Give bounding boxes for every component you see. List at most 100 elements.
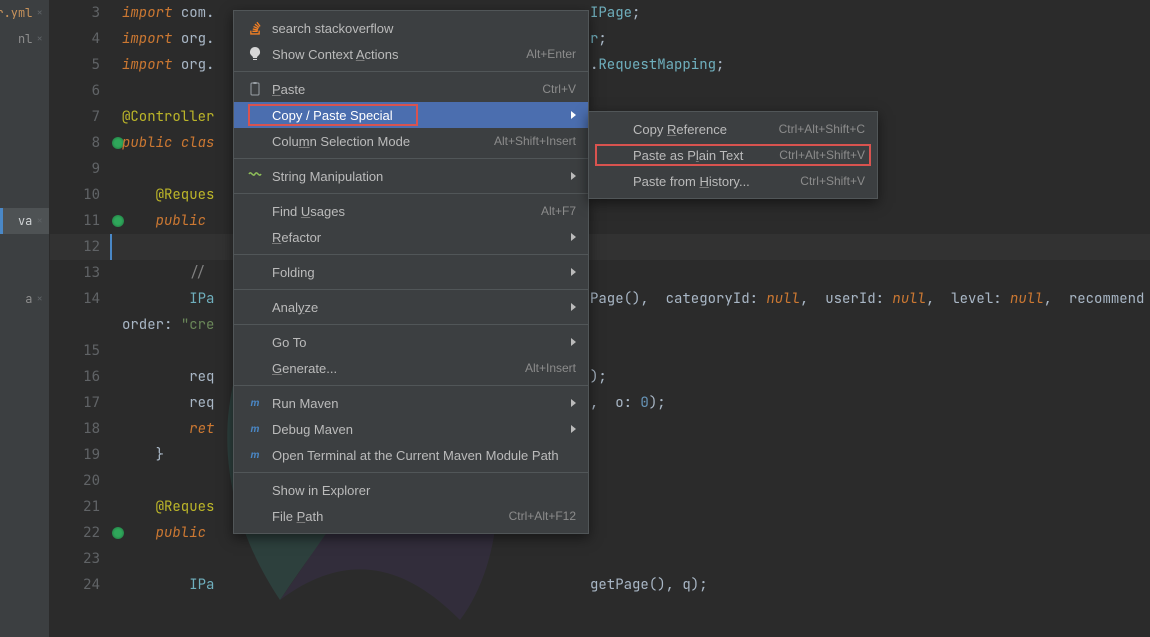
paste-icon: [246, 81, 264, 97]
line-number[interactable]: 11: [50, 208, 110, 234]
menu-separator: [234, 254, 588, 255]
menu-item-search-stackoverflow[interactable]: search stackoverflow: [234, 15, 588, 41]
editor-tab[interactable]: [0, 260, 49, 286]
line-number[interactable]: 24: [50, 572, 110, 598]
line-number[interactable]: 6: [50, 78, 110, 104]
menu-separator: [234, 324, 588, 325]
menu-separator: [234, 158, 588, 159]
submenu-arrow-icon: [571, 425, 576, 433]
sm-icon: [246, 168, 264, 184]
editor-tab[interactable]: [0, 130, 49, 156]
code-line[interactable]: IPagetPage(), q);: [110, 572, 1150, 598]
blank-icon: [246, 334, 264, 350]
line-number[interactable]: 15: [50, 338, 110, 364]
menu-item-analyze[interactable]: Analyze: [234, 294, 588, 320]
line-number[interactable]: 19: [50, 442, 110, 468]
code-line[interactable]: [110, 546, 1150, 572]
menu-item-label: Refactor: [272, 230, 563, 245]
menu-item-file-path[interactable]: File PathCtrl+Alt+F12: [234, 503, 588, 529]
submenu-item-paste-from-history[interactable]: Paste from History...Ctrl+Shift+V: [589, 168, 877, 194]
blank-icon: [246, 299, 264, 315]
submenu-arrow-icon: [571, 172, 576, 180]
line-number[interactable]: 12: [50, 234, 110, 260]
menu-item-generate[interactable]: Generate...Alt+Insert: [234, 355, 588, 381]
editor-tab[interactable]: [0, 234, 49, 260]
line-number[interactable]: 13: [50, 260, 110, 286]
editor-context-menu: search stackoverflow Show Context Actions…: [233, 10, 589, 534]
menu-item-copy-paste-special[interactable]: Copy / Paste Special: [234, 102, 588, 128]
line-number[interactable]: 22: [50, 520, 110, 546]
close-icon[interactable]: ×: [36, 214, 43, 228]
menu-item-show-context-actions[interactable]: Show Context ActionsAlt+Enter: [234, 41, 588, 67]
gutter: 34567891011121314 15161718192021222324: [50, 0, 110, 598]
menu-item-label: Paste: [272, 82, 532, 97]
menu-item-column-selection-mode[interactable]: Column Selection ModeAlt+Shift+Insert: [234, 128, 588, 154]
menu-shortcut: Ctrl+V: [542, 82, 576, 96]
blank-icon: [607, 147, 625, 163]
blank-icon: [246, 133, 264, 149]
copy-paste-special-submenu: Copy ReferenceCtrl+Alt+Shift+CPaste as P…: [588, 111, 878, 199]
menu-item-label: Column Selection Mode: [272, 134, 484, 149]
line-number[interactable]: 9: [50, 156, 110, 182]
line-number[interactable]: 5: [50, 52, 110, 78]
menu-separator: [234, 472, 588, 473]
blank-icon: [246, 360, 264, 376]
line-number[interactable]: 16: [50, 364, 110, 390]
editor-tab[interactable]: a×: [0, 286, 49, 312]
menu-item-label: search stackoverflow: [272, 21, 576, 36]
editor-tab[interactable]: r.yml×: [0, 0, 49, 26]
line-number[interactable]: 8: [50, 130, 110, 156]
line-number[interactable]: 4: [50, 26, 110, 52]
menu-item-show-in-explorer[interactable]: Show in Explorer: [234, 477, 588, 503]
blank-icon: [246, 107, 264, 123]
menu-shortcut: Ctrl+Alt+Shift+C: [779, 122, 865, 136]
menu-item-refactor[interactable]: Refactor: [234, 224, 588, 250]
editor-tab[interactable]: nl×: [0, 26, 49, 52]
line-number[interactable]: 21: [50, 494, 110, 520]
blank-icon: [246, 203, 264, 219]
menu-item-debug-maven[interactable]: mDebug Maven: [234, 416, 588, 442]
mvn-icon: m: [246, 395, 264, 411]
editor-tab[interactable]: [0, 52, 49, 78]
line-number[interactable]: 18: [50, 416, 110, 442]
menu-item-label: Go To: [272, 335, 563, 350]
menu-separator: [234, 385, 588, 386]
close-icon[interactable]: ×: [36, 292, 43, 306]
menu-item-run-maven[interactable]: mRun Maven: [234, 390, 588, 416]
menu-item-paste[interactable]: Paste Ctrl+V: [234, 76, 588, 102]
line-number[interactable]: 10: [50, 182, 110, 208]
editor-tab[interactable]: [0, 182, 49, 208]
close-icon[interactable]: ×: [36, 6, 43, 20]
submenu-item-paste-as-plain-text[interactable]: Paste as Plain TextCtrl+Alt+Shift+V: [589, 142, 877, 168]
editor-tab[interactable]: [0, 78, 49, 104]
menu-separator: [234, 289, 588, 290]
editor-tab[interactable]: va×: [0, 208, 49, 234]
menu-item-open-terminal-at-the-current-maven-module-path[interactable]: mOpen Terminal at the Current Maven Modu…: [234, 442, 588, 468]
line-number[interactable]: 17: [50, 390, 110, 416]
menu-shortcut: Ctrl+Alt+F12: [509, 509, 576, 523]
line-number[interactable]: 7: [50, 104, 110, 130]
editor-tab[interactable]: [0, 156, 49, 182]
line-number[interactable]: 14: [50, 286, 110, 312]
menu-item-label: Show in Explorer: [272, 483, 576, 498]
line-number[interactable]: 23: [50, 546, 110, 572]
submenu-arrow-icon: [571, 338, 576, 346]
submenu-item-copy-reference[interactable]: Copy ReferenceCtrl+Alt+Shift+C: [589, 116, 877, 142]
blank-icon: [607, 173, 625, 189]
menu-item-find-usages[interactable]: Find UsagesAlt+F7: [234, 198, 588, 224]
line-number[interactable]: [50, 312, 110, 338]
menu-item-label: Analyze: [272, 300, 563, 315]
blank-icon: [607, 121, 625, 137]
so-icon: [246, 20, 264, 36]
menu-item-go-to[interactable]: Go To: [234, 329, 588, 355]
line-number[interactable]: 20: [50, 468, 110, 494]
menu-item-folding[interactable]: Folding: [234, 259, 588, 285]
line-number[interactable]: 3: [50, 0, 110, 26]
submenu-arrow-icon: [571, 303, 576, 311]
editor-tab[interactable]: [0, 104, 49, 130]
blank-icon: [246, 482, 264, 498]
menu-item-string-manipulation[interactable]: String Manipulation: [234, 163, 588, 189]
bulb-icon: [246, 46, 264, 62]
mvn-icon: m: [246, 421, 264, 437]
close-icon[interactable]: ×: [36, 32, 43, 46]
